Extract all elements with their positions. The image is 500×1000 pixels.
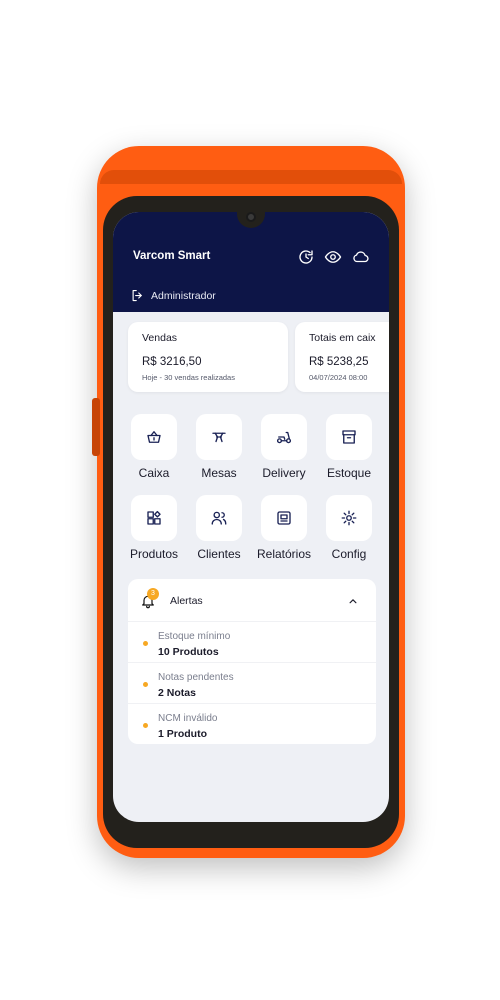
refresh-icon[interactable]	[297, 248, 315, 266]
basket-icon	[131, 414, 177, 460]
menu-label: Relatórios	[256, 547, 312, 561]
menu-item-relatorios[interactable]: Relatórios	[252, 495, 316, 561]
menu-item-clientes[interactable]: Clientes	[187, 495, 251, 561]
users-icon	[196, 495, 242, 541]
sales-card[interactable]: Vendas R$ 3216,50 Hoje - 30 vendas reali…	[128, 322, 288, 392]
alerts-badge: 3	[147, 588, 159, 600]
alert-value: 1 Produto	[158, 728, 207, 740]
user-info[interactable]: Administrador	[130, 288, 216, 303]
eye-icon[interactable]	[324, 248, 342, 266]
gear-icon	[326, 495, 372, 541]
alerts-title: Alertas	[170, 595, 203, 607]
card-title: Totais em caix	[309, 332, 376, 344]
alert-dot	[143, 723, 148, 728]
alert-item[interactable]: NCM inválido 1 Produto	[128, 703, 376, 744]
alert-label: Estoque mínimo	[158, 631, 231, 642]
alert-dot	[143, 682, 148, 687]
menu-label: Config	[331, 547, 367, 561]
alert-dot	[143, 641, 148, 646]
card-title: Vendas	[142, 332, 178, 344]
cloud-icon[interactable]	[352, 248, 370, 266]
menu-label: Delivery	[262, 466, 306, 480]
card-value: R$ 3216,50	[142, 356, 202, 368]
menu-item-estoque[interactable]: Estoque	[317, 414, 381, 480]
menu-item-mesas[interactable]: Mesas	[187, 414, 251, 480]
archive-icon	[326, 414, 372, 460]
card-value: R$ 5238,25	[309, 356, 369, 368]
logout-icon[interactable]	[130, 288, 145, 303]
device-top-band	[100, 170, 402, 184]
chevron-up-icon[interactable]	[346, 594, 360, 608]
menu-label: Clientes	[197, 547, 241, 561]
alert-value: 10 Produtos	[158, 646, 219, 658]
card-subtitle: 04/07/2024 08:00	[309, 373, 368, 382]
menu-label: Produtos	[129, 547, 179, 561]
card-subtitle: Hoje - 30 vendas realizadas	[142, 373, 235, 382]
alerts-header[interactable]: 3 Alertas	[140, 588, 364, 613]
alert-item[interactable]: Notas pendentes 2 Notas	[128, 662, 376, 703]
menu-item-caixa[interactable]: Caixa	[122, 414, 186, 480]
menu-label: Estoque	[326, 466, 372, 480]
alerts-panel: 3 Alertas Estoque mínimo 10 Produtos Not…	[128, 579, 376, 744]
report-icon	[261, 495, 307, 541]
app-screen: Varcom Smart Administrador Vendas R$ 321…	[113, 212, 389, 822]
menu-item-delivery[interactable]: Delivery	[252, 414, 316, 480]
cash-totals-card[interactable]: Totais em caix R$ 5238,25 04/07/2024 08:…	[295, 322, 389, 392]
menu-item-produtos[interactable]: Produtos	[122, 495, 186, 561]
alert-value: 2 Notas	[158, 687, 196, 699]
menu-label: Mesas	[201, 466, 237, 480]
table-icon	[196, 414, 242, 460]
menu-label: Caixa	[138, 466, 170, 480]
alert-item[interactable]: Estoque mínimo 10 Produtos	[128, 621, 376, 662]
scooter-icon	[261, 414, 307, 460]
alert-label: Notas pendentes	[158, 672, 234, 683]
menu-item-config[interactable]: Config	[317, 495, 381, 561]
alert-label: NCM inválido	[158, 713, 218, 724]
apps-icon	[131, 495, 177, 541]
app-title: Varcom Smart	[133, 250, 211, 262]
camera	[246, 212, 256, 222]
device-side-button	[92, 398, 100, 456]
user-name: Administrador	[151, 289, 216, 302]
